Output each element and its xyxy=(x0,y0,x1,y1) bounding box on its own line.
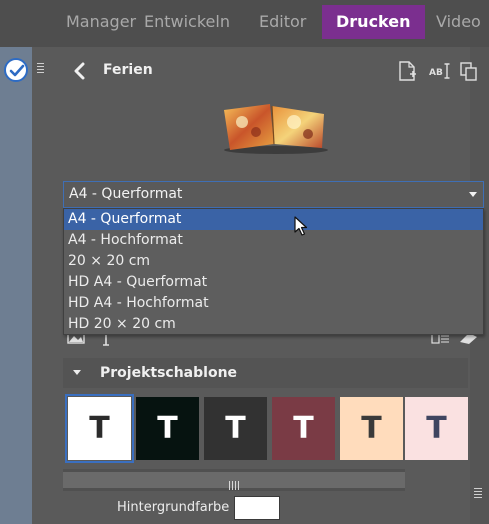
rename-icon[interactable]: AB xyxy=(428,60,452,82)
tab-drucken[interactable]: Drucken xyxy=(322,5,425,39)
collapse-triangle-icon[interactable] xyxy=(73,370,81,375)
grip-icon[interactable] xyxy=(229,475,241,494)
mouse-cursor-icon xyxy=(294,216,308,236)
chevron-down-icon[interactable] xyxy=(469,192,477,197)
tab-editor[interactable]: Editor xyxy=(245,5,320,39)
format-option-hd-a4-hochformat[interactable]: HD A4 - Hochformat xyxy=(64,293,483,314)
photobook-preview xyxy=(224,104,328,154)
format-option-a4-hochformat[interactable]: A4 - Hochformat xyxy=(64,230,483,251)
format-dropdown-list: A4 - Querformat A4 - Hochformat 20 × 20 … xyxy=(63,208,484,335)
format-option-20x20[interactable]: 20 × 20 cm xyxy=(64,251,483,272)
format-select[interactable]: A4 - Querformat xyxy=(63,181,484,208)
template-tile[interactable]: T xyxy=(65,394,134,463)
scroll-grip-icon[interactable] xyxy=(474,488,482,500)
template-tile[interactable]: T xyxy=(405,397,468,460)
project-title: Ferien xyxy=(103,62,153,78)
checkmark-icon[interactable] xyxy=(4,58,28,82)
background-color-swatch[interactable] xyxy=(234,496,280,520)
format-option-hd-a4-querformat[interactable]: HD A4 - Querformat xyxy=(64,272,483,293)
format-select-value: A4 - Querformat xyxy=(69,186,183,202)
template-tile[interactable]: T xyxy=(204,397,267,460)
section-header-projektschablone[interactable]: Projektschablone xyxy=(63,358,468,388)
panel-resize-handle[interactable] xyxy=(32,47,48,91)
left-rail xyxy=(0,47,32,524)
top-navigation: Manager Entwickeln Editor Drucken Video xyxy=(0,0,489,47)
section-title: Projektschablone xyxy=(100,365,238,381)
duplicate-icon[interactable] xyxy=(458,60,480,82)
new-page-icon[interactable] xyxy=(396,60,418,82)
template-tile[interactable]: T xyxy=(136,397,199,460)
svg-text:AB: AB xyxy=(429,68,443,78)
template-strip: T T T T T T xyxy=(63,392,468,466)
format-option-hd-20x20[interactable]: HD 20 × 20 cm xyxy=(64,314,483,335)
template-tile[interactable]: T xyxy=(340,397,403,460)
template-tile[interactable]: T xyxy=(272,397,335,460)
background-color-label: Hintergrundfarbe xyxy=(117,500,230,515)
template-scrollbar[interactable] xyxy=(63,469,405,491)
chevron-left-icon[interactable] xyxy=(72,62,86,80)
format-option-a4-querformat[interactable]: A4 - Querformat xyxy=(64,209,483,230)
tab-entwickeln[interactable]: Entwickeln xyxy=(130,5,244,39)
tab-video[interactable]: Video xyxy=(422,5,489,39)
